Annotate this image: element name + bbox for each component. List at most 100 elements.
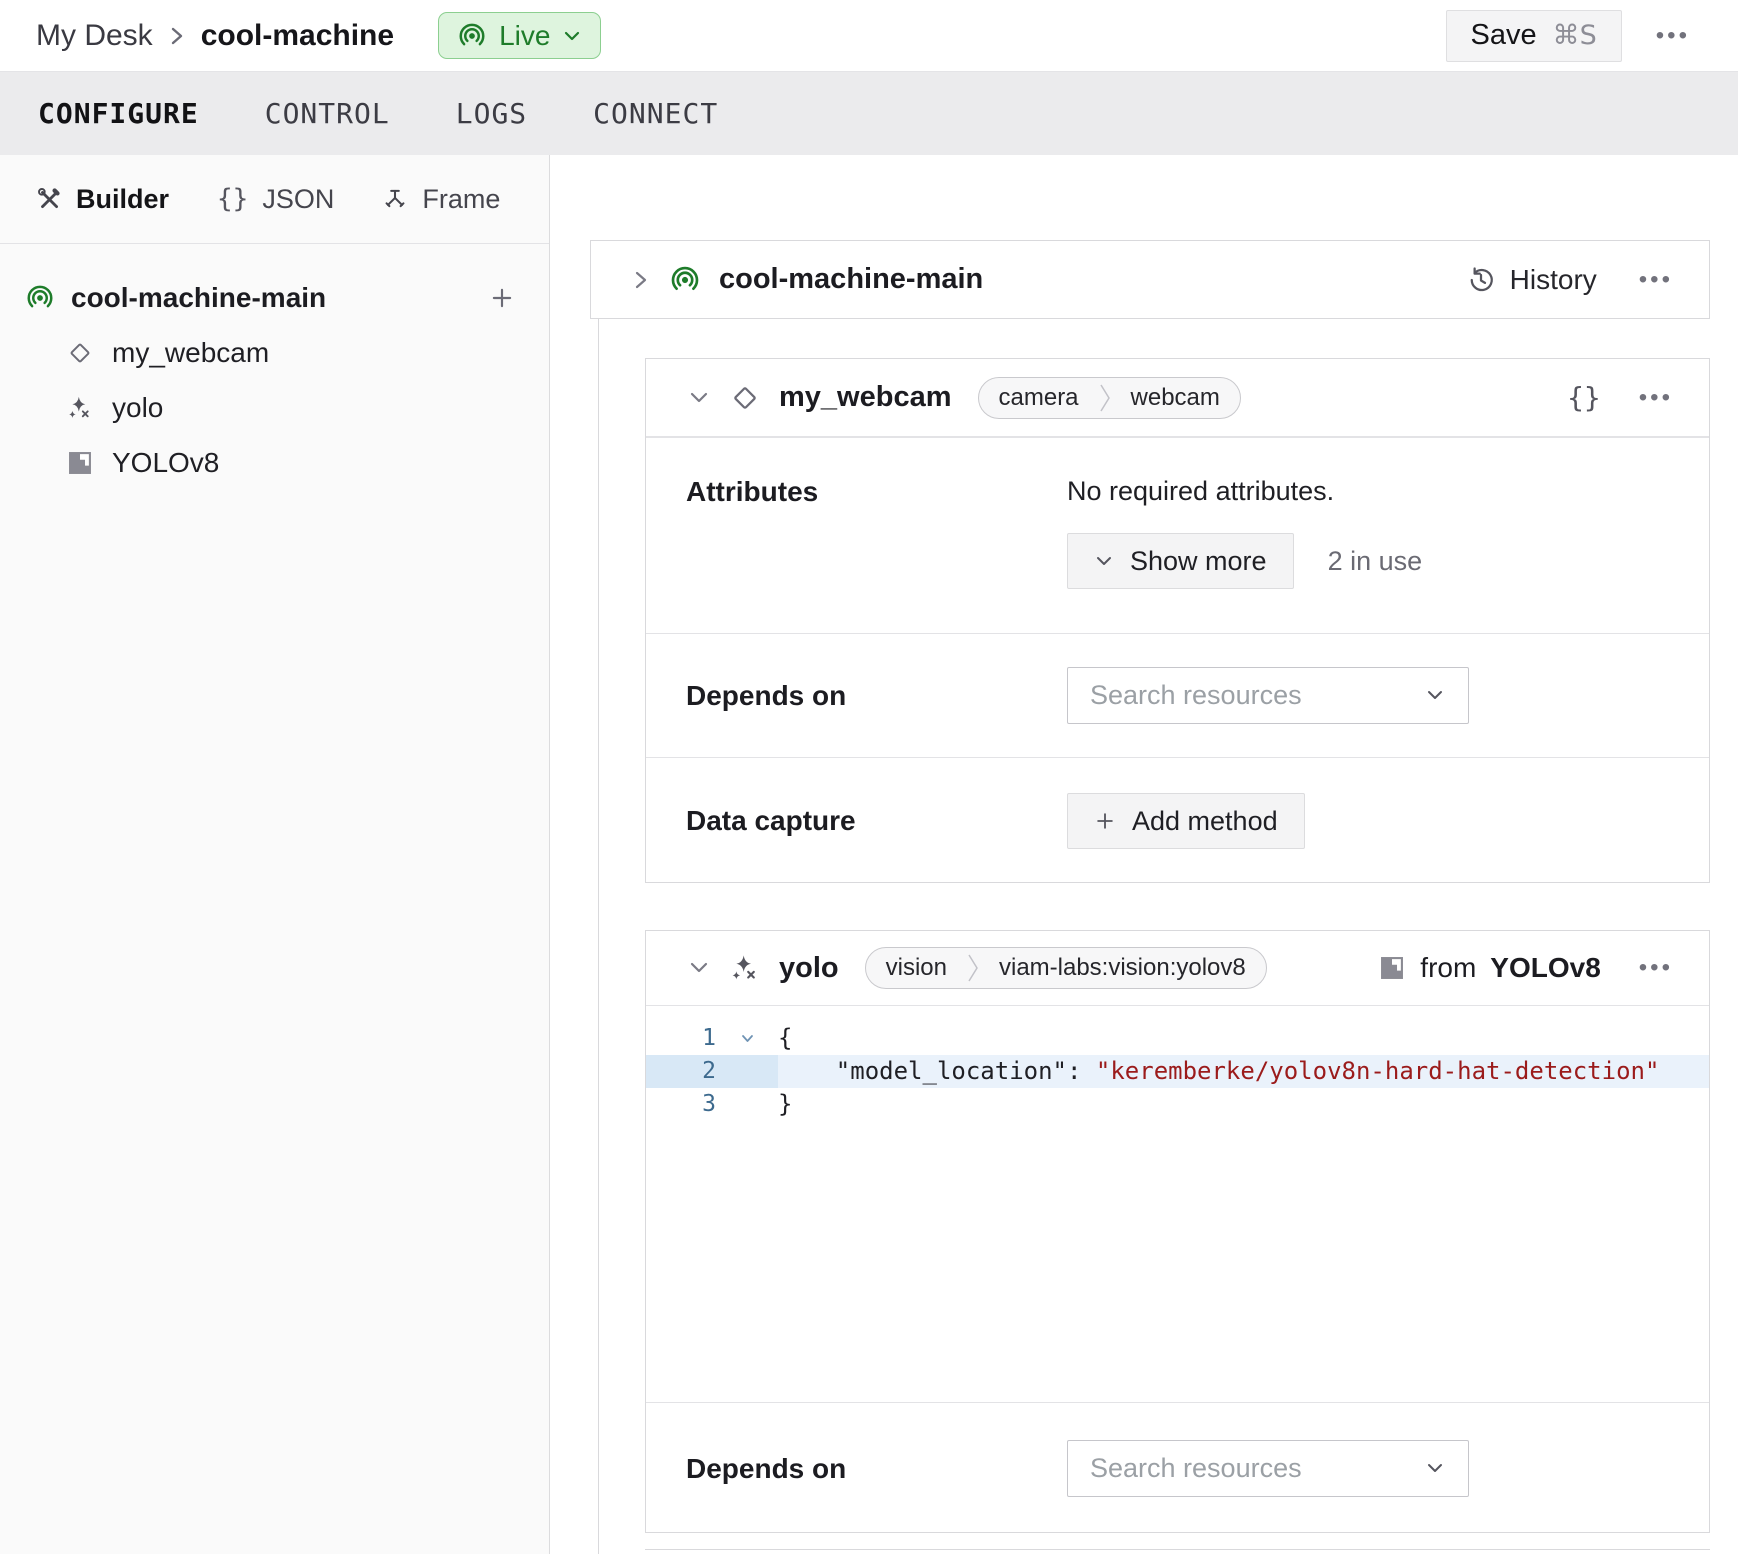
machine-part-title: cool-machine-main [719, 263, 983, 296]
view-tab-builder[interactable]: Builder [36, 184, 169, 215]
attributes-empty-text: No required attributes. [1067, 476, 1422, 507]
code-line-2: 2 "model_location": "keremberke/yolov8n-… [646, 1055, 1709, 1088]
vision-service-sparkles-icon [729, 952, 761, 984]
tree-item-yolo[interactable]: yolo [0, 380, 549, 435]
part-overflow-menu-button[interactable]: ••• [1631, 260, 1681, 300]
tab-configure[interactable]: CONFIGURE [38, 97, 199, 130]
live-label: Live [499, 20, 550, 52]
line-number: 1 [646, 1022, 716, 1055]
my-webcam-resource-card: my_webcam camera webcam {} ••• Attribute… [645, 358, 1710, 883]
select-placeholder: Search resources [1090, 680, 1302, 711]
add-method-label: Add method [1132, 806, 1278, 837]
depends-on-label: Depends on [646, 680, 1067, 712]
resource-type-tag: vision [866, 947, 967, 989]
module-icon [1378, 954, 1406, 982]
camera-component-icon [729, 382, 761, 414]
depends-on-search-select[interactable]: Search resources [1067, 667, 1469, 724]
attributes-label: Attributes [646, 476, 1067, 633]
config-view-switcher: Builder {} JSON Frame [0, 155, 549, 244]
add-resource-button[interactable] [485, 281, 519, 315]
module-icon [66, 449, 94, 477]
breadcrumb: My Desk cool-machine [36, 19, 394, 53]
breadcrumb-parent-link[interactable]: My Desk [36, 19, 153, 53]
from-module-link[interactable]: from YOLOv8 [1378, 952, 1600, 984]
tab-control[interactable]: CONTROL [265, 97, 390, 130]
config-main-panel: cool-machine-main History ••• [550, 155, 1738, 1554]
attributes-json-editor[interactable]: 1{ 2 "model_location": "keremberke/yolov… [646, 1006, 1709, 1403]
attributes-in-use-count: 2 in use [1328, 546, 1423, 577]
data-capture-label: Data capture [646, 805, 1067, 837]
view-tab-frame[interactable]: Frame [382, 184, 500, 215]
depends-on-row: Depends on Search resources [646, 1403, 1709, 1534]
show-more-label: Show more [1130, 546, 1267, 577]
depends-on-label: Depends on [646, 1453, 1067, 1485]
card-header-actions: from YOLOv8 ••• [1378, 948, 1681, 988]
resource-model-tag: viam-labs:vision:yolov8 [979, 947, 1266, 989]
tree-item-my-webcam[interactable]: my_webcam [0, 325, 549, 380]
view-tab-json-label: JSON [262, 184, 334, 215]
resource-type-model-pill: camera webcam [978, 377, 1241, 419]
show-more-button[interactable]: Show more [1067, 533, 1294, 589]
braces-icon: {} [1567, 381, 1601, 414]
resource-type-tag: camera [979, 377, 1099, 419]
tab-connect[interactable]: CONNECT [593, 97, 718, 130]
tree-item-machine-part[interactable]: cool-machine-main [0, 270, 549, 325]
live-status-dropdown[interactable]: Live [438, 12, 601, 59]
resource-overflow-menu-button[interactable]: ••• [1631, 378, 1681, 418]
tree-item-label: my_webcam [112, 337, 269, 369]
viam-machine-config-page: My Desk cool-machine Live Save ⌘S [0, 0, 1738, 1554]
code-text: "model_location": "keremberke/yolov8n-ha… [778, 1055, 1709, 1088]
fold-chevron-icon[interactable] [716, 1022, 778, 1055]
vision-service-sparkles-icon [66, 394, 94, 422]
attributes-content: No required attributes. Show more 2 in u… [1067, 476, 1422, 633]
history-button[interactable]: History [1466, 264, 1597, 296]
machine-part-header-card: cool-machine-main History ••• [590, 240, 1710, 319]
collapse-chevron-down-icon[interactable] [687, 960, 711, 976]
edit-json-button[interactable]: {} [1567, 381, 1601, 414]
resource-overflow-menu-button[interactable]: ••• [1631, 948, 1681, 988]
topbar-overflow-menu-button[interactable]: ••• [1648, 16, 1698, 56]
tools-icon [36, 186, 62, 212]
broadcast-icon [669, 264, 701, 296]
save-button[interactable]: Save ⌘S [1446, 10, 1622, 62]
my-webcam-card-header: my_webcam camera webcam {} ••• [646, 359, 1709, 437]
tab-logs[interactable]: LOGS [456, 97, 527, 130]
resource-model-tag: webcam [1111, 377, 1240, 419]
save-label: Save [1471, 19, 1537, 52]
braces-icon: {} [217, 184, 248, 214]
attributes-row: Attributes No required attributes. Show … [646, 437, 1709, 633]
view-tab-json[interactable]: {} JSON [217, 184, 334, 215]
add-method-button[interactable]: Add method [1067, 793, 1305, 849]
tree-item-label: yolo [112, 392, 163, 424]
tree-item-yolov8-module[interactable]: YOLOv8 [0, 435, 549, 490]
code-text: } [778, 1088, 1709, 1121]
breadcrumb-chevron-icon [169, 23, 185, 49]
save-shortcut-hint: ⌘S [1553, 20, 1597, 51]
history-clock-icon [1466, 265, 1496, 295]
json-string-value: "keremberke/yolov8n-hard-hat-detection" [1096, 1057, 1660, 1085]
resource-name: my_webcam [779, 381, 952, 414]
frame-axes-icon [382, 186, 408, 212]
broadcast-icon [25, 283, 55, 313]
yolo-resource-card: yolo vision viam-labs:vision:yolov8 [645, 930, 1710, 1533]
data-capture-row: Data capture Add method [646, 757, 1709, 884]
plus-icon [1094, 810, 1116, 832]
depends-on-search-select[interactable]: Search resources [1067, 1440, 1469, 1497]
expand-chevron-right-icon[interactable] [631, 266, 651, 294]
depends-on-row: Depends on Search resources [646, 633, 1709, 757]
pill-divider-chevron-icon [1099, 377, 1111, 419]
chevron-down-icon [562, 29, 582, 43]
from-text: from [1420, 952, 1476, 984]
resource-type-model-pill: vision viam-labs:vision:yolov8 [865, 947, 1267, 989]
collapse-chevron-down-icon[interactable] [687, 390, 711, 406]
chevron-down-icon [1424, 688, 1446, 703]
pill-divider-chevron-icon [967, 947, 979, 989]
breadcrumb-current: cool-machine [201, 19, 394, 53]
code-line-3: 3} [646, 1088, 1709, 1121]
tree-connector-line [598, 319, 599, 1554]
tree-item-label: cool-machine-main [71, 282, 326, 314]
part-header-actions: History ••• [1466, 260, 1681, 300]
yolo-card-header: yolo vision viam-labs:vision:yolov8 [646, 931, 1709, 1006]
machine-part-tree: cool-machine-main my_webcam [0, 244, 549, 490]
config-sidebar: Builder {} JSON Frame [0, 155, 550, 1554]
